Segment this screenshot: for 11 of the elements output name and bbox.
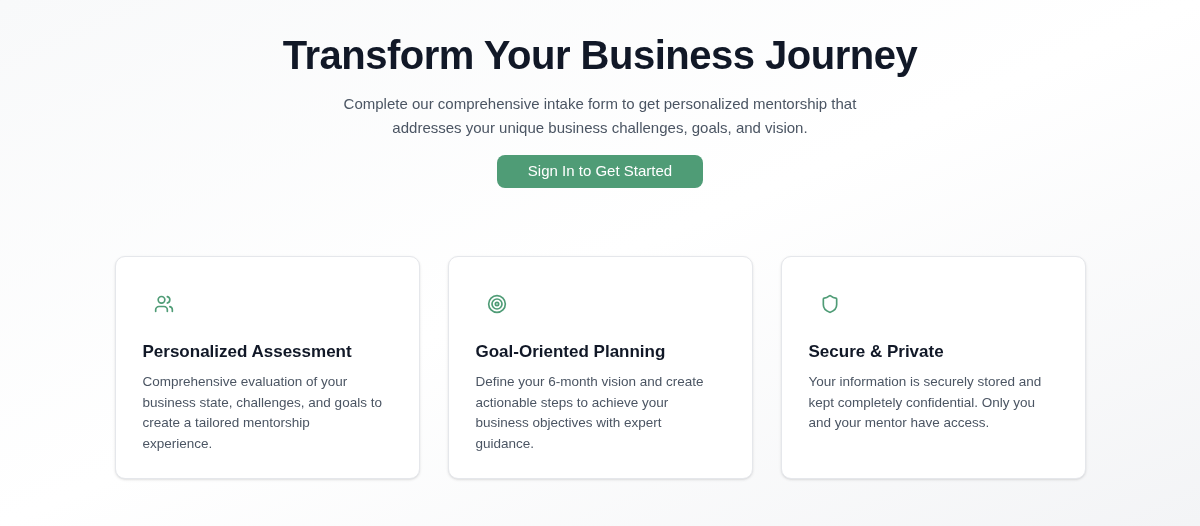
- feature-title: Goal-Oriented Planning: [475, 341, 667, 363]
- target-icon: [486, 294, 507, 314]
- feature-description: Comprehensive evaluation of your business state, challenges, and goals to create a tailored mentorship experience.: [142, 373, 383, 453]
- feature-title: Secure & Private: [808, 341, 945, 363]
- users-icon: [153, 294, 174, 314]
- feature-description: Define your 6-month vision and create actionable steps to achieve your business objectives with expert guidance.: [475, 373, 705, 453]
- feature-title: Personalized Assessment: [142, 341, 353, 363]
- page-subtitle: Complete our comprehensive intake form to get personalized mentorship that addresses your unique business challenges, goals, and vision.: [342, 94, 858, 138]
- sign-in-button[interactable]: Sign In to Get Started: [497, 155, 703, 188]
- feature-description: Your information is securely stored and kept completely confidential. Only you and your mentor have access.: [808, 373, 1043, 432]
- page-title: Transform Your Business Journey: [282, 32, 918, 79]
